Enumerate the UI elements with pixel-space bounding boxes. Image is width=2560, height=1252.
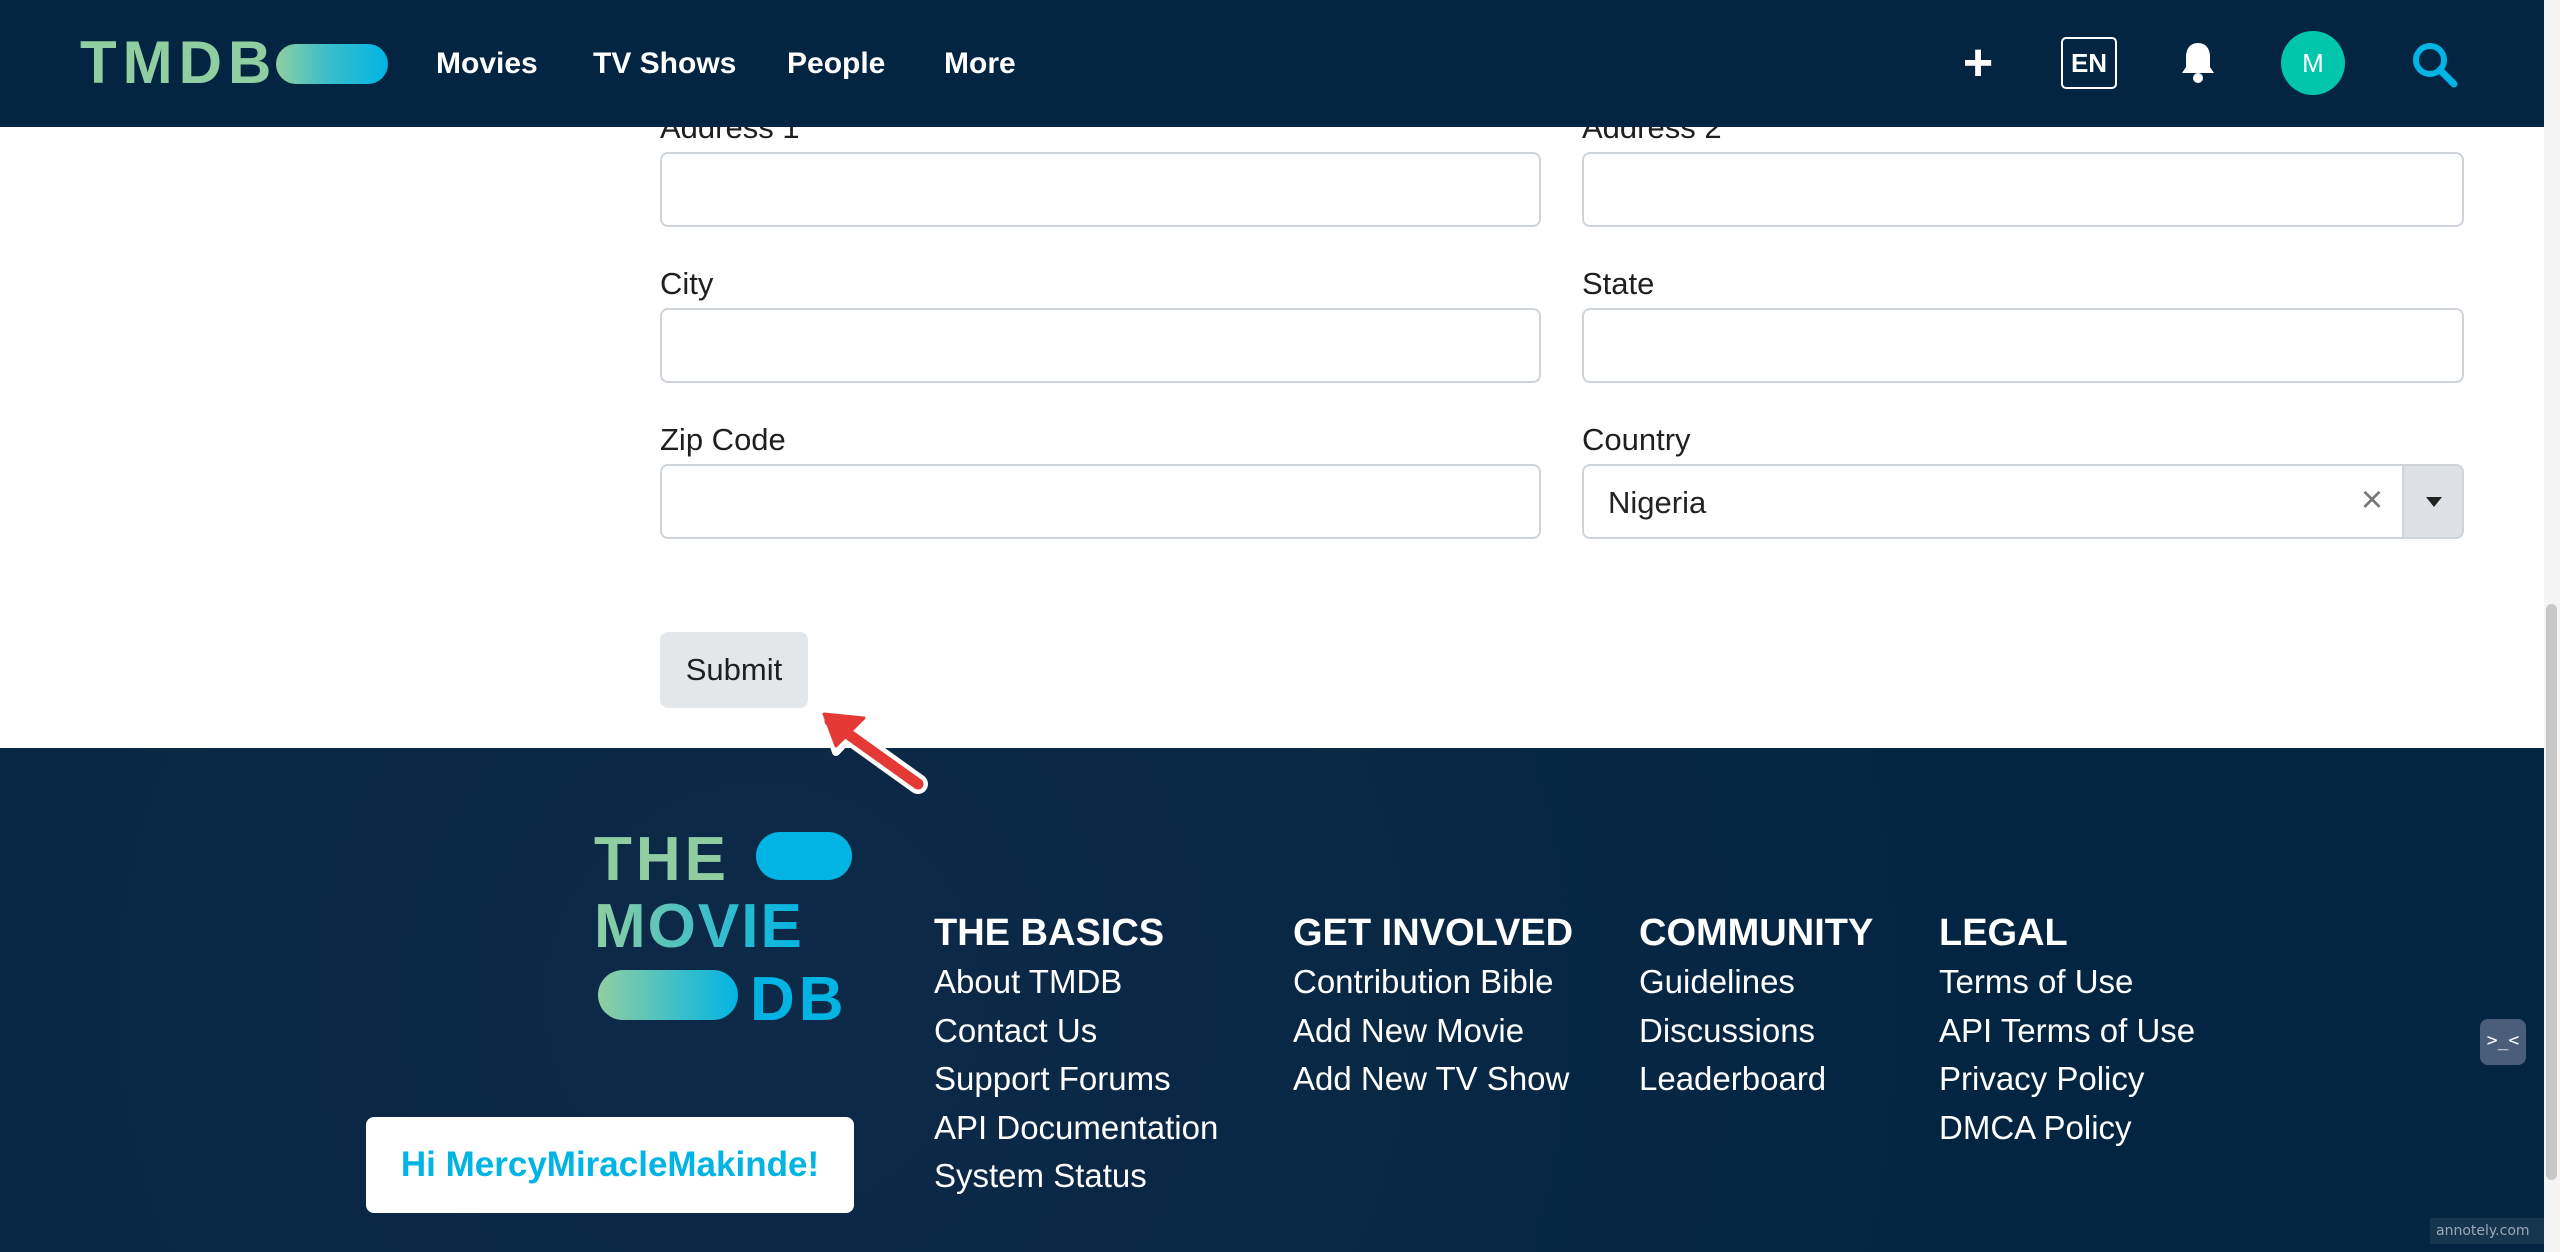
zip-code-label: Zip Code	[660, 422, 786, 457]
logo-line-2: MOVIE	[594, 892, 804, 961]
footer-link[interactable]: DMCA Policy	[1939, 1104, 2195, 1153]
annotation-arrow-icon	[816, 706, 928, 794]
top-navigation-bar: TMDB Movies TV Shows People More + EN M	[0, 0, 2544, 127]
tmdb-logo-pill	[276, 44, 388, 84]
city-input[interactable]	[660, 308, 1541, 383]
footer-link[interactable]: Add New TV Show	[1293, 1055, 1573, 1104]
nav-people[interactable]: People	[787, 44, 885, 84]
footer-link[interactable]: System Status	[934, 1152, 1218, 1201]
address1-input[interactable]	[660, 152, 1541, 227]
language-button[interactable]: EN	[2061, 37, 2117, 89]
country-select[interactable]: Nigeria ×	[1582, 464, 2464, 539]
footer-link[interactable]: About TMDB	[934, 958, 1218, 1007]
footer-link[interactable]: Contact Us	[934, 1007, 1218, 1056]
footer-column-legal: LEGAL Terms of Use API Terms of Use Priv…	[1939, 910, 2195, 1152]
country-label: Country	[1582, 422, 1691, 457]
dropdown-arrow-icon[interactable]	[2402, 466, 2462, 537]
nav-more[interactable]: More	[944, 44, 1016, 84]
logo-line-3: DB	[750, 965, 848, 1030]
footer-heading: THE BASICS	[934, 912, 1165, 954]
footer-link[interactable]: API Terms of Use	[1939, 1007, 2195, 1056]
state-input[interactable]	[1582, 308, 2464, 383]
add-plus-icon[interactable]: +	[1958, 37, 1998, 89]
side-widget-icon[interactable]: >_<	[2480, 1019, 2526, 1065]
footer-link[interactable]: Support Forums	[934, 1055, 1218, 1104]
watermark: annotely.com	[2430, 1218, 2544, 1244]
search-icon[interactable]	[2410, 40, 2458, 88]
city-label: City	[660, 266, 714, 301]
footer-heading: COMMUNITY	[1639, 912, 1874, 954]
footer-heading: GET INVOLVED	[1293, 912, 1574, 954]
footer-link[interactable]: Leaderboard	[1639, 1055, 1873, 1104]
country-selected-value: Nigeria	[1608, 485, 1707, 520]
nav-tv-shows[interactable]: TV Shows	[593, 44, 736, 84]
tmdb-logo[interactable]: TMDB	[80, 30, 277, 96]
footer-column-basics: THE BASICS About TMDB Contact Us Support…	[934, 910, 1218, 1201]
footer-link[interactable]: Contribution Bible	[1293, 958, 1573, 1007]
user-avatar[interactable]: M	[2281, 31, 2345, 95]
logo-line-1: THE	[594, 830, 730, 894]
nav-movies[interactable]: Movies	[436, 44, 538, 84]
footer-column-community: COMMUNITY Guidelines Discussions Leaderb…	[1639, 910, 1873, 1104]
zip-code-input[interactable]	[660, 464, 1541, 539]
scrollbar-thumb[interactable]	[2546, 604, 2557, 1180]
notifications-bell-icon[interactable]	[2180, 40, 2216, 84]
footer-link[interactable]: Add New Movie	[1293, 1007, 1573, 1056]
state-label: State	[1582, 266, 1655, 301]
footer-heading: LEGAL	[1939, 912, 2068, 954]
footer-link[interactable]: Guidelines	[1639, 958, 1873, 1007]
footer-link[interactable]: Discussions	[1639, 1007, 1873, 1056]
user-greeting-button[interactable]: Hi MercyMiracleMakinde!	[366, 1117, 854, 1213]
footer-column-get-involved: GET INVOLVED Contribution Bible Add New …	[1293, 910, 1573, 1104]
submit-button[interactable]: Submit	[660, 632, 808, 708]
address2-input[interactable]	[1582, 152, 2464, 227]
the-movie-db-logo[interactable]: THE MOVIE DB	[594, 830, 856, 1030]
footer-link[interactable]: Privacy Policy	[1939, 1055, 2195, 1104]
clear-selection-icon[interactable]: ×	[2354, 480, 2390, 520]
footer-link[interactable]: Terms of Use	[1939, 958, 2195, 1007]
footer-link[interactable]: API Documentation	[934, 1104, 1218, 1153]
footer: THE MOVIE DB Hi MercyMiracleMakinde! THE…	[0, 748, 2544, 1252]
